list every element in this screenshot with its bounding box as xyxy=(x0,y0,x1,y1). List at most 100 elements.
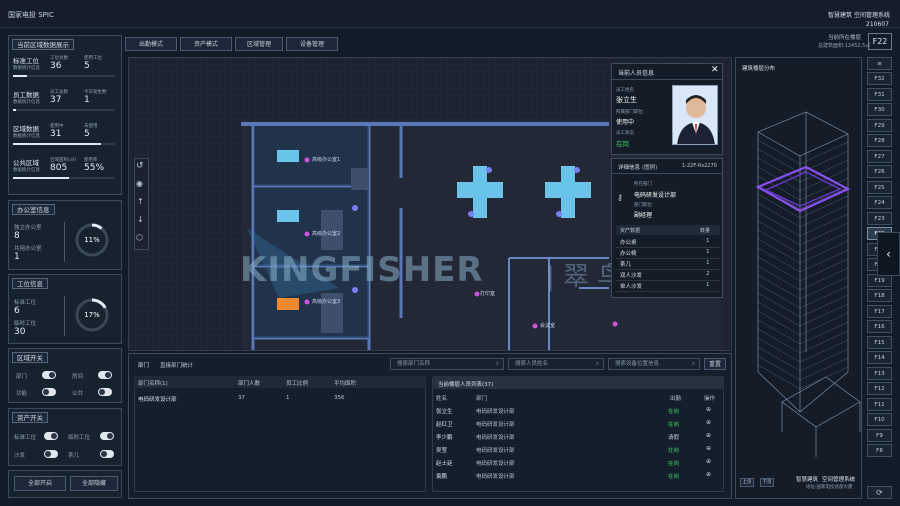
header-link-smart-building[interactable]: 智慧建筑 xyxy=(828,10,852,19)
area-switch-dept-toggle[interactable] xyxy=(42,371,56,379)
dept-search-input[interactable]: 搜索部门名称 ⌕ xyxy=(390,358,504,370)
bottom-tab-dept-stats[interactable]: 直接部门统计 xyxy=(160,361,193,369)
floor-button[interactable]: F14 xyxy=(867,351,892,364)
tab-asset[interactable]: 资产模式 xyxy=(180,37,232,51)
area-switch-public-toggle[interactable] xyxy=(98,388,112,396)
floor-button[interactable]: F16 xyxy=(867,320,892,333)
dept-header-ratio: 员工比例 xyxy=(286,381,309,387)
search-icon: ⌕ xyxy=(691,361,695,367)
building-floor-outline xyxy=(757,202,849,228)
device-search-input[interactable]: 搜索设备位置信息 ⌕ xyxy=(608,358,700,370)
asset-switch-temp-label: 临时工位 xyxy=(68,435,91,441)
detail-role-key: 部门职位 xyxy=(634,203,652,208)
ws-v2: 30 xyxy=(14,327,26,337)
tab-device[interactable]: 设备管理 xyxy=(286,37,338,51)
floor-button[interactable]: F8 xyxy=(867,444,892,457)
floor-button[interactable]: F18 xyxy=(867,289,892,302)
floor-button[interactable]: F9 xyxy=(867,428,892,442)
locate-icon[interactable]: ⊕ xyxy=(706,419,711,426)
eye-icon[interactable]: ◉ xyxy=(136,179,143,188)
bottom-tab-dept[interactable]: 部门 xyxy=(138,361,149,369)
building-floor-outline xyxy=(757,337,849,363)
floor-button[interactable]: F27 xyxy=(867,149,892,163)
undo-icon[interactable]: ↺ xyxy=(136,161,144,171)
tab-area[interactable]: 区域管理 xyxy=(235,37,283,51)
app-title: 国家电投 SPIC xyxy=(8,11,54,19)
floor-button[interactable]: F28 xyxy=(867,134,892,147)
asset-switch-sofa-toggle[interactable] xyxy=(44,450,58,458)
detail-row-count: 1 xyxy=(706,249,710,255)
tab-attendance[interactable]: 出勤模式 xyxy=(125,37,177,51)
close-icon[interactable]: ✕ xyxy=(711,65,719,75)
stat-value-2: 55% xyxy=(84,163,105,173)
staff-header-action: 操作 xyxy=(704,396,716,402)
person-status-key: 员工状态 xyxy=(616,131,634,136)
header-link-space-mgmt[interactable]: 空间管理系统 xyxy=(854,10,890,19)
area-switch-func-label: 功能 xyxy=(16,391,28,397)
collapse-arrow-icon[interactable]: ‹ xyxy=(877,232,900,276)
area-switch-func-toggle[interactable] xyxy=(42,388,56,396)
area-switch-room-toggle[interactable] xyxy=(98,371,112,379)
detail-tab-legend[interactable]: (图例) xyxy=(642,163,657,171)
show-all-button[interactable]: 全部开启 xyxy=(14,476,66,491)
floor-button[interactable]: F25 xyxy=(867,180,892,194)
floor-button[interactable]: F29 xyxy=(867,118,892,132)
dept-row-count: 37 xyxy=(238,395,245,401)
building-area: 总建筑面积:12452,5㎡ xyxy=(818,43,871,49)
office-k2: 共用办公室 xyxy=(14,246,42,252)
area-switch-title: 区域开关 xyxy=(12,352,48,363)
locate-icon[interactable]: ⊕ xyxy=(706,445,711,452)
stat-value-2: 5 xyxy=(84,129,90,139)
locate-icon[interactable]: ⊕ xyxy=(706,458,711,465)
locate-icon[interactable]: ⊕ xyxy=(706,471,711,478)
locate-icon[interactable]: ⊕ xyxy=(706,432,711,439)
cube-icon[interactable]: ⬡ xyxy=(136,233,143,242)
floor-button[interactable]: F32 xyxy=(867,72,892,85)
staff-attendance: 在岗 xyxy=(668,474,680,480)
asset-switch-temp-toggle[interactable] xyxy=(100,432,114,440)
detail-code: 1-22F-Rs2270 xyxy=(682,163,717,169)
hide-all-button[interactable]: 全部隐藏 xyxy=(70,476,118,491)
floor-button[interactable]: F12 xyxy=(867,382,892,395)
workstation-title: 工位信息 xyxy=(12,278,48,289)
building-floor-outline xyxy=(757,157,849,183)
building-floor-outline xyxy=(757,319,849,345)
staff-attendance: 在岗 xyxy=(668,422,680,428)
building-floor-outline xyxy=(757,274,849,300)
arrow-up-icon[interactable]: ↑ xyxy=(137,197,144,206)
next-page-button[interactable]: 下页 xyxy=(760,478,774,487)
floor-button[interactable]: F13 xyxy=(867,366,892,380)
floor-button[interactable]: F23 xyxy=(867,211,892,225)
asset-switch-std-toggle[interactable] xyxy=(44,432,58,440)
staff-dept: 电码研发设计部 xyxy=(476,461,515,467)
key-icon: ⚷ xyxy=(617,193,623,202)
asset-switch-table-label: 茶几 xyxy=(68,453,80,459)
person-search-input[interactable]: 搜索人员姓名 ⌕ xyxy=(508,358,604,370)
arrow-down-icon[interactable]: ↓ xyxy=(137,215,144,224)
floor-button[interactable]: F30 xyxy=(867,103,892,116)
floor-button[interactable]: F15 xyxy=(867,335,892,349)
staff-dept: 电码研发设计部 xyxy=(476,422,515,428)
reset-button[interactable]: 重置 xyxy=(704,358,726,370)
building-floor-outline xyxy=(757,238,849,264)
person-name: 张立生 xyxy=(616,96,637,104)
divider xyxy=(616,258,720,259)
floor-button[interactable]: F11 xyxy=(867,397,892,411)
staff-attendance: 在岗 xyxy=(668,448,680,454)
divider xyxy=(616,280,720,281)
floor-button[interactable]: F10 xyxy=(867,413,892,426)
refresh-icon[interactable]: ⟳ xyxy=(867,486,892,499)
divider xyxy=(616,291,720,292)
floor-button[interactable]: F26 xyxy=(867,165,892,178)
floor-button[interactable]: F17 xyxy=(867,304,892,318)
person-dept-key: 所属部门职位 xyxy=(616,110,643,115)
divider xyxy=(64,296,65,336)
floor-button[interactable]: F24 xyxy=(867,196,892,209)
dept-row-name[interactable]: 电码研发设计部 xyxy=(138,395,177,403)
building-floor-outline xyxy=(757,220,849,246)
locate-icon[interactable]: ⊕ xyxy=(706,406,711,413)
dept-table-header xyxy=(134,376,426,388)
floor-button[interactable]: F31 xyxy=(867,87,892,101)
prev-page-button[interactable]: 上页 xyxy=(740,478,754,487)
asset-switch-table-toggle[interactable] xyxy=(100,450,114,458)
